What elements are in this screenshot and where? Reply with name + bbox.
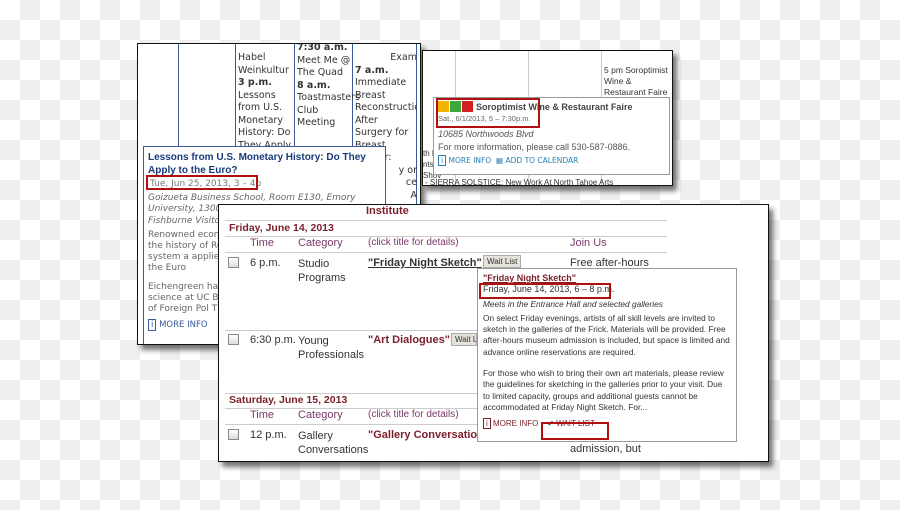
row-checkbox[interactable]	[228, 334, 239, 345]
more-info-label: MORE INFO	[159, 320, 208, 330]
row-join: admission, but	[570, 443, 641, 455]
frick-events-screenshot: Institute Friday, June 14, 2013 Time Cat…	[218, 204, 769, 462]
calendar-cell: 7:30 a.m. Meet Me @ The Quad 8 a.m. Toas…	[297, 43, 360, 130]
event-popup: Soroptimist Wine & Restaurant Faire Sat.…	[433, 97, 670, 175]
popup-title[interactable]: Lessons from U.S. Monetary History: Do T…	[148, 151, 381, 177]
info-icon: i	[483, 418, 491, 430]
row-category: Young Professionals	[298, 335, 365, 361]
col-category: Category	[298, 237, 343, 249]
row-checkbox[interactable]	[228, 429, 239, 440]
highlight-box	[146, 175, 258, 190]
event-time: 7:30 a.m.	[297, 43, 348, 53]
event-title-link[interactable]: "Art Dialogues"	[368, 334, 450, 346]
col-title: (click title for details)	[368, 409, 459, 420]
wait-list-button[interactable]: Wait List	[483, 255, 522, 268]
popup-description: On select Friday evenings, artists of al…	[483, 312, 730, 357]
highlight-box	[479, 283, 611, 299]
event-title-link[interactable]: "Gallery Conversation	[368, 429, 484, 441]
col-time: Time	[250, 237, 275, 249]
event-text: Exam	[390, 52, 417, 63]
calendar-event[interactable]: - SIERRA SOLSTICE: New Work At North Tah…	[425, 178, 613, 185]
highlight-box	[541, 422, 609, 440]
wait-list-button[interactable]: Wait List	[451, 333, 477, 346]
row-time: 6 p.m.	[250, 257, 281, 269]
add-to-calendar-label: ADD TO CALENDAR	[505, 156, 579, 165]
col-category: Category	[298, 409, 343, 421]
col-join: Join Us	[570, 237, 607, 249]
event-time: 7 a.m.	[355, 64, 389, 76]
day-heading: Friday, June 14, 2013	[229, 222, 334, 234]
row-category: Studio Programs	[298, 258, 346, 284]
row-time: 12 p.m.	[250, 429, 287, 441]
calendar-event[interactable]: 5 pm Soroptimist Wine & Restaurant Faire	[604, 65, 672, 98]
highlight-box	[436, 98, 540, 128]
more-info-link[interactable]: i MORE INFO	[438, 155, 491, 166]
event-time: 3 p.m.	[238, 77, 272, 88]
col-time: Time	[250, 409, 275, 421]
row-category: Gallery Conversations	[298, 430, 369, 456]
event-link[interactable]: Meet Me @ The Quad	[297, 55, 353, 80]
info-icon: i	[438, 155, 447, 166]
event-popup: "Friday Night Sketch" Friday, June 14, 2…	[477, 268, 737, 442]
popup-info: For more information, please call 530-58…	[438, 142, 631, 152]
add-to-calendar-link[interactable]: ▦ ADD TO CALENDAR	[496, 156, 578, 165]
popup-address: 10685 Northwoods Blvd	[438, 129, 534, 139]
day-heading: Saturday, June 15, 2013	[229, 394, 348, 406]
event-text: Habel Weinkultur	[238, 52, 289, 76]
col-title: (click title for details)	[368, 237, 459, 248]
row-checkbox[interactable]	[228, 257, 239, 268]
column-header: Institute	[366, 205, 409, 217]
event-title-link[interactable]: "Friday Night Sketch"	[368, 257, 482, 269]
more-info-link[interactable]: i MORE INFO	[483, 418, 539, 430]
event-link[interactable]: Toastmasters Club Meeting	[297, 92, 360, 130]
calendar-icon: ▦	[496, 156, 504, 165]
more-info-label: MORE INFO	[448, 156, 492, 165]
more-info-label: MORE INFO	[493, 419, 539, 429]
event-time: 8 a.m.	[297, 79, 331, 91]
row-time: 6:30 p.m.	[250, 334, 296, 346]
popup-description: For those who wish to bring their own ar…	[483, 368, 724, 412]
info-icon: i	[148, 319, 157, 331]
popup-location: Meets in the Entrance Hall and selected …	[483, 298, 663, 309]
tahoe-calendar-screenshot: 5 pm Soroptimist Wine & Restaurant Faire…	[422, 50, 673, 186]
